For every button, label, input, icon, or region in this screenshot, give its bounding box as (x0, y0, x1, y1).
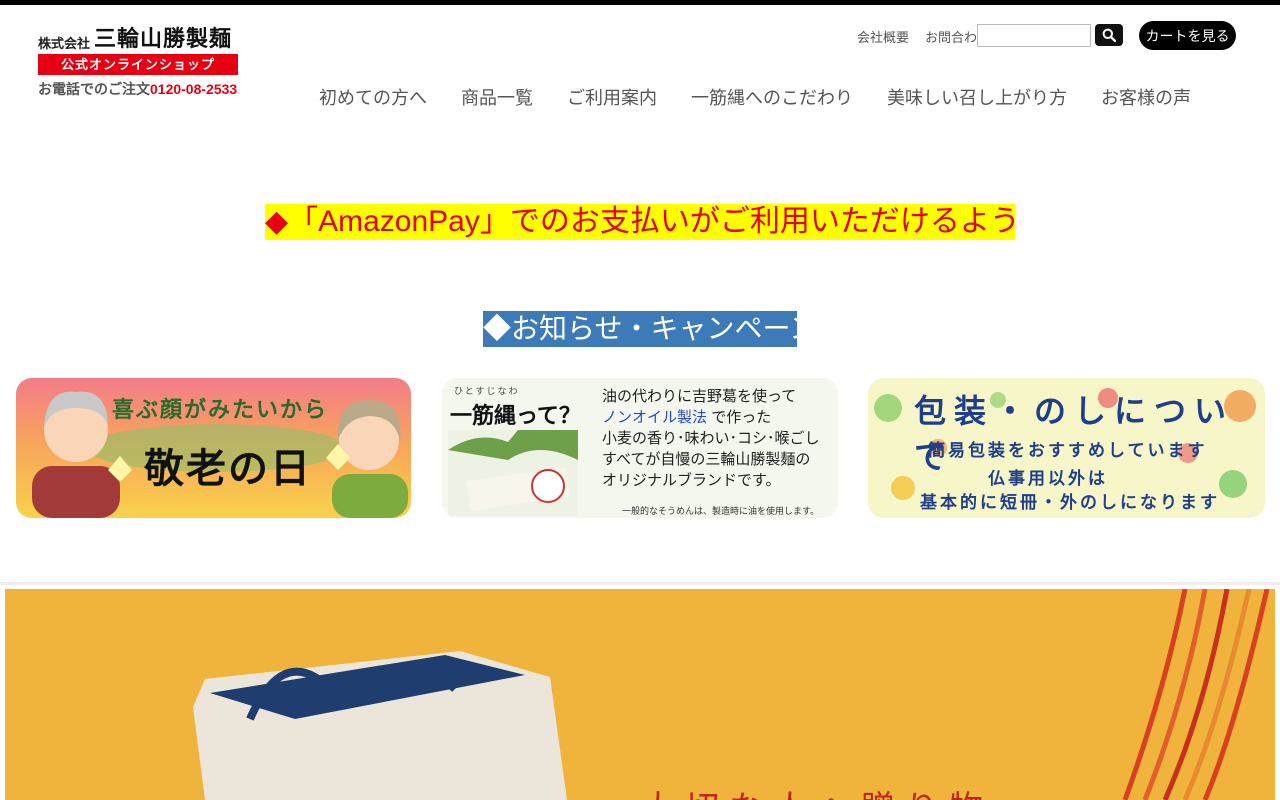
nav-item-reviews[interactable]: お客様の声 (1084, 84, 1208, 110)
wrapping-line-3: 基本的に短冊・外のしになります (920, 493, 1220, 513)
desc-line-3: 小麦の香り･味わい･コシ･喉ごし (602, 430, 820, 447)
phone-number[interactable]: 0120-08-2533 (150, 81, 237, 97)
logo-wordmark: 株式会社 三輪山勝製麺 (38, 18, 238, 52)
nav-item-first-time[interactable]: 初めての方へ (302, 84, 444, 110)
hero-headline: 大切な人へ贈り物 (641, 781, 993, 800)
section-divider (0, 582, 1280, 585)
nav-item-products[interactable]: 商品一覧 (444, 84, 550, 110)
hitosujinawa-footnote: 一般的なそうめんは、製造時に油を使用します。 (622, 507, 820, 517)
logo-company-type: 株式会社 (38, 37, 91, 52)
search-button[interactable] (1095, 24, 1123, 46)
nav-item-commitment[interactable]: 一筋縄へのこだわり (674, 84, 870, 110)
utility-links: 会社概要 お問合わせ (857, 27, 990, 46)
news-heading: ◆お知らせ・キャンペーン情報◆ (483, 311, 797, 347)
non-oil-highlight: ノンオイル製法 (602, 409, 708, 426)
gift-bag-illustration (193, 589, 1270, 800)
logo-shop-label: 公式オンラインショップ (38, 54, 238, 75)
search-icon (1102, 28, 1116, 42)
desc-line-5: オリジナルブランドです。 (602, 472, 781, 489)
hitosujinawa-banner[interactable]: ひとすじなわ 一筋縄って？ 油の代わりに吉野葛を使って ノンオイル製法 で作った… (442, 378, 838, 518)
wrapping-line-1: 簡易包装をおすすめしています (928, 441, 1208, 461)
keiro-banner[interactable]: 喜ぶ顔がみたいから 敬老の日 (16, 378, 411, 518)
logo-company-name: 三輪山勝製麺 (94, 26, 233, 52)
desc-line-4: すべてが自慢の三輪山勝製麺の (602, 451, 811, 468)
desc-line-2: ノンオイル製法 で作った (602, 407, 820, 428)
cart-button[interactable]: カートを見る (1139, 21, 1236, 50)
nav-item-guide[interactable]: ご利用案内 (550, 84, 674, 110)
phone-order: お電話でのご注文0120-08-2533 (38, 79, 237, 99)
company-info-link[interactable]: 会社概要 (857, 27, 909, 46)
keiro-tagline: 喜ぶ顔がみたいから (112, 397, 329, 423)
wrapping-line-2: 仏事用以外は (988, 469, 1108, 489)
hitosujinawa-description: 油の代わりに吉野葛を使って ノンオイル製法 で作った 小麦の香り･味わい･コシ･… (602, 386, 820, 491)
nav-item-how-to-eat[interactable]: 美味しい召し上がり方 (870, 84, 1084, 110)
desc-line-2-text: で作った (711, 409, 772, 426)
noodle-photo (448, 430, 578, 516)
desc-line-1: 油の代わりに吉野葛を使って (602, 388, 797, 405)
wrapping-banner[interactable]: 包装・のしについて 簡易包装をおすすめしています 仏事用以外は 基本的に短冊・外… (868, 378, 1265, 518)
hitosujinawa-title: 一筋縄って？ (450, 403, 581, 429)
site-logo[interactable]: 株式会社 三輪山勝製麺 公式オンラインショップ (38, 18, 238, 75)
hero-banner[interactable]: 大切な人へ贈り物 (5, 589, 1275, 800)
amazonpay-notice[interactable]: ◆「AmazonPay」でのお支払いがご利用いただけるようになりました◆ (265, 204, 1015, 240)
keiro-title: 敬老の日 (144, 445, 312, 492)
main-nav: 初めての方へ 商品一覧 ご利用案内 一筋縄へのこだわり 美味しい召し上がり方 お… (302, 84, 1208, 110)
top-border (0, 0, 1280, 5)
search-input[interactable] (977, 24, 1091, 47)
hitosujinawa-ruby: ひとすじなわ (454, 387, 520, 397)
phone-label: お電話でのご注文 (38, 81, 150, 97)
